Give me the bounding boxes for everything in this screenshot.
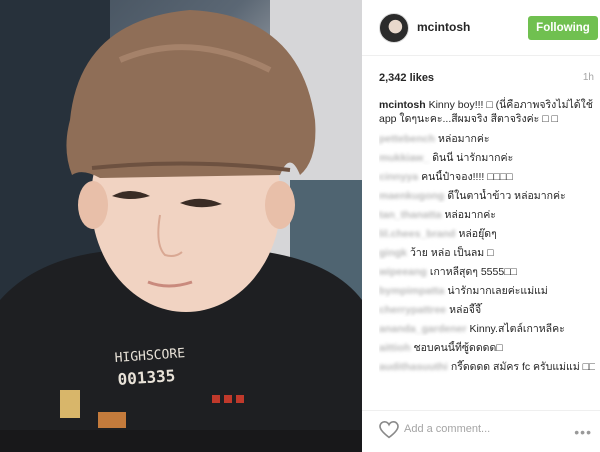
shirt-pixel-character bbox=[60, 390, 80, 418]
caption-username[interactable]: mcintosh bbox=[379, 99, 426, 111]
boy-portrait-image: HIGHSCORE 001335 bbox=[0, 0, 362, 452]
comment-text: Kinny.สไตล์เกาหลีคะ bbox=[469, 323, 565, 335]
comment-text: หล่อมากค่ะ bbox=[438, 133, 490, 145]
comment-item: audithasuuthi กรี๊ดดดด สมัคร fc ครับแม่แม… bbox=[379, 360, 595, 374]
shirt-pixel-block bbox=[98, 412, 126, 428]
comment-item: mukkiaw_ ดินนี่ น่ารักมากค่ะ bbox=[379, 151, 595, 165]
more-options-icon[interactable]: ••• bbox=[574, 424, 592, 440]
likes-count[interactable]: 2,342 likes bbox=[379, 72, 434, 84]
post-photo[interactable]: HIGHSCORE 001335 bbox=[0, 0, 362, 452]
right-ear bbox=[265, 181, 295, 229]
shirt-print-digits: 001335 bbox=[117, 366, 176, 389]
post-time[interactable]: 1h bbox=[583, 72, 594, 83]
shirt-pixel-hearts bbox=[212, 395, 244, 403]
heart-icon[interactable] bbox=[379, 421, 399, 439]
comment-item: tan_thanatta หล่อมากค่ะ bbox=[379, 208, 595, 222]
comment-username[interactable]: cherrypattree bbox=[379, 303, 446, 317]
comment-item: maenkugong ดีในตาน้ำข้าว หล่อมากค่ะ bbox=[379, 189, 595, 203]
comment-item: wipeeang เกาหลีสุดๆ 5555□□ bbox=[379, 265, 595, 279]
left-ear bbox=[78, 181, 108, 229]
comment-text: ชอบคนนี้ที่ซู้ดดดด□ bbox=[413, 342, 503, 354]
comment-text: หล่อจี๊จี๊ bbox=[449, 304, 482, 316]
comments-list: mcintosh Kinny boy!!! □ (นี่คือภาพจริงไม… bbox=[379, 98, 595, 379]
comment-item: ananda_gardener Kinny.สไตล์เกาหลีคะ bbox=[379, 322, 595, 336]
comment-text: กรี๊ดดดด สมัคร fc ครับแม่แม่ □□□ bbox=[450, 361, 595, 373]
post-details-panel: mcintosh Following 2,342 likes 1h mcinto… bbox=[362, 0, 600, 452]
comment-item: pettebench หล่อมากค่ะ bbox=[379, 132, 595, 146]
comment-username[interactable]: lil.chees_brand bbox=[379, 227, 455, 241]
comment-item: cinnyya คนนี้ป๋าจอง!!!! □□□□ bbox=[379, 170, 595, 184]
comment-username[interactable]: gingk bbox=[379, 246, 407, 260]
following-button[interactable]: Following bbox=[528, 16, 598, 40]
comment-text: ว้าย หล่อ เป็นลม □ bbox=[410, 247, 494, 259]
comment-text: ดินนี่ น่ารักมากค่ะ bbox=[432, 152, 514, 164]
comment-username[interactable]: mukkiaw_ bbox=[379, 151, 429, 165]
photo-bottom-shadow bbox=[0, 430, 362, 452]
comment-item: lil.chees_brand หล่อยุ๊ดๆ bbox=[379, 227, 595, 241]
comment-username[interactable]: ananda_gardener bbox=[379, 322, 467, 336]
post-username[interactable]: mcintosh bbox=[417, 20, 470, 34]
comment-footer: ••• bbox=[362, 410, 600, 452]
comment-item: aittioh ชอบคนนี้ที่ซู้ดดดด□ bbox=[379, 341, 595, 355]
comment-text: หล่อยุ๊ดๆ bbox=[458, 228, 497, 240]
comment-username[interactable]: bympimpatta bbox=[379, 284, 444, 298]
avatar[interactable] bbox=[379, 13, 409, 43]
comment-item: cherrypattree หล่อจี๊จี๊ bbox=[379, 303, 595, 317]
comment-text: คนนี้ป๋าจอง!!!! □□□□ bbox=[421, 171, 513, 183]
add-comment-input[interactable] bbox=[404, 419, 564, 439]
post-header: mcintosh Following bbox=[362, 0, 600, 56]
comment-username[interactable]: audithasuuthi bbox=[379, 360, 448, 374]
post-caption: mcintosh Kinny boy!!! □ (นี่คือภาพจริงไม… bbox=[379, 98, 595, 126]
comment-username[interactable]: maenkugong bbox=[379, 189, 444, 203]
comment-username[interactable]: cinnyya bbox=[379, 170, 418, 184]
comment-username[interactable]: aittioh bbox=[379, 341, 411, 355]
comment-text: หล่อมากค่ะ bbox=[444, 209, 496, 221]
comment-text: เกาหลีสุดๆ 5555□□ bbox=[429, 266, 517, 278]
comment-item: gingk ว้าย หล่อ เป็นลม □ bbox=[379, 246, 595, 260]
comment-username[interactable]: pettebench bbox=[379, 132, 435, 146]
comment-username[interactable]: tan_thanatta bbox=[379, 208, 441, 222]
comment-text: ดีในตาน้ำข้าว หล่อมากค่ะ bbox=[447, 190, 566, 202]
comment-item: bympimpatta น่ารักมากเลยค่ะแม่แม่ bbox=[379, 284, 595, 298]
comment-username[interactable]: wipeeang bbox=[379, 265, 427, 279]
comment-text: น่ารักมากเลยค่ะแม่แม่ bbox=[447, 285, 548, 297]
